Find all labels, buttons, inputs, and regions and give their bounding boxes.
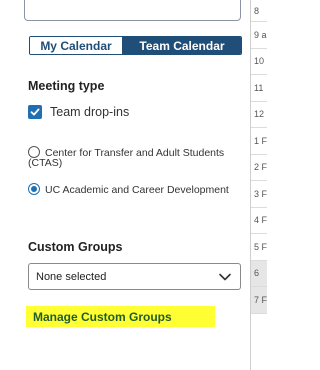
meeting-type-heading: Meeting type [28,79,105,93]
time-slot: 5 F [251,234,267,261]
time-slot: 3 F [251,181,267,208]
custom-groups-heading: Custom Groups [28,240,123,254]
time-slot: 10 [251,49,267,75]
team-dropins-label: Team drop-ins [50,105,130,119]
calendar-toggle: My Calendar Team Calendar [29,36,242,55]
my-calendar-button[interactable]: My Calendar [30,37,123,54]
custom-groups-select-value: None selected [36,270,107,283]
ctas-radio-option[interactable]: Center for Transfer and Adult Students (… [28,146,233,168]
team-calendar-button[interactable]: Team Calendar [123,37,241,54]
time-slot: 6 [251,260,267,287]
checkmark-icon [30,108,40,116]
team-dropins-checkbox-row[interactable]: Team drop-ins [28,105,129,119]
time-slot: 2 F [251,155,267,181]
ctas-radio-label: Center for Transfer and Adult Students (… [28,147,225,169]
ucacd-radio[interactable] [28,183,40,195]
time-slot: 9 a [251,22,267,49]
time-slot: 4 F [251,208,267,234]
time-slot: 7 F [251,287,267,314]
team-dropins-checkbox[interactable] [28,105,42,119]
filter-sidebar: My Calendar Team Calendar Meeting type T… [0,0,250,370]
time-slot: 8 [251,0,267,22]
custom-groups-select[interactable]: None selected [28,263,241,290]
time-slot: 11 [251,75,267,102]
ucacd-radio-label: UC Academic and Career Development [45,184,229,196]
time-slot: 12 [251,102,267,128]
time-slot: 1 F [251,128,267,155]
scheduler-page: My Calendar Team Calendar Meeting type T… [0,0,267,370]
ctas-radio[interactable] [28,146,40,158]
manage-custom-groups-link[interactable]: Manage Custom Groups [26,306,215,327]
top-input-field[interactable] [24,0,241,21]
calendar-time-column: 8 9 a 10 11 12 1 F 2 F 3 F 4 F 5 F 6 7 F [250,0,267,370]
ucacd-radio-option[interactable]: UC Academic and Career Development [28,183,233,195]
chevron-down-icon [219,273,231,280]
